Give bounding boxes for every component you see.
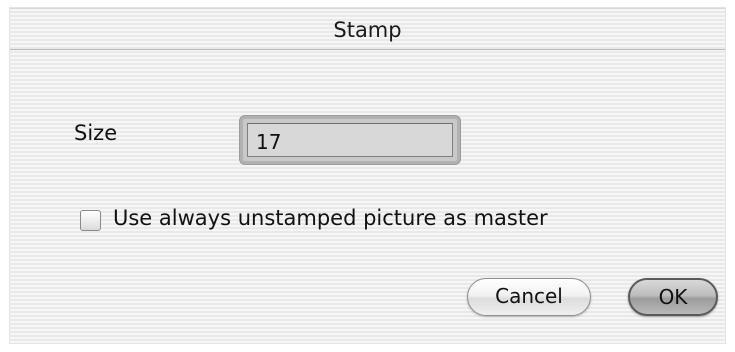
stamp-dialog: Stamp Size Use always unstamped picture …	[10, 8, 725, 343]
cancel-button[interactable]: Cancel	[467, 278, 591, 316]
dialog-title: Stamp	[333, 18, 402, 42]
master-checkbox-label[interactable]: Use always unstamped picture as master	[113, 206, 548, 230]
size-label: Size	[74, 121, 118, 145]
size-field-focus-ring	[239, 115, 461, 165]
master-checkbox[interactable]	[80, 210, 101, 231]
size-input[interactable]	[247, 123, 453, 157]
dialog-titlebar[interactable]: Stamp	[10, 9, 725, 50]
ok-button[interactable]: OK	[628, 278, 718, 316]
